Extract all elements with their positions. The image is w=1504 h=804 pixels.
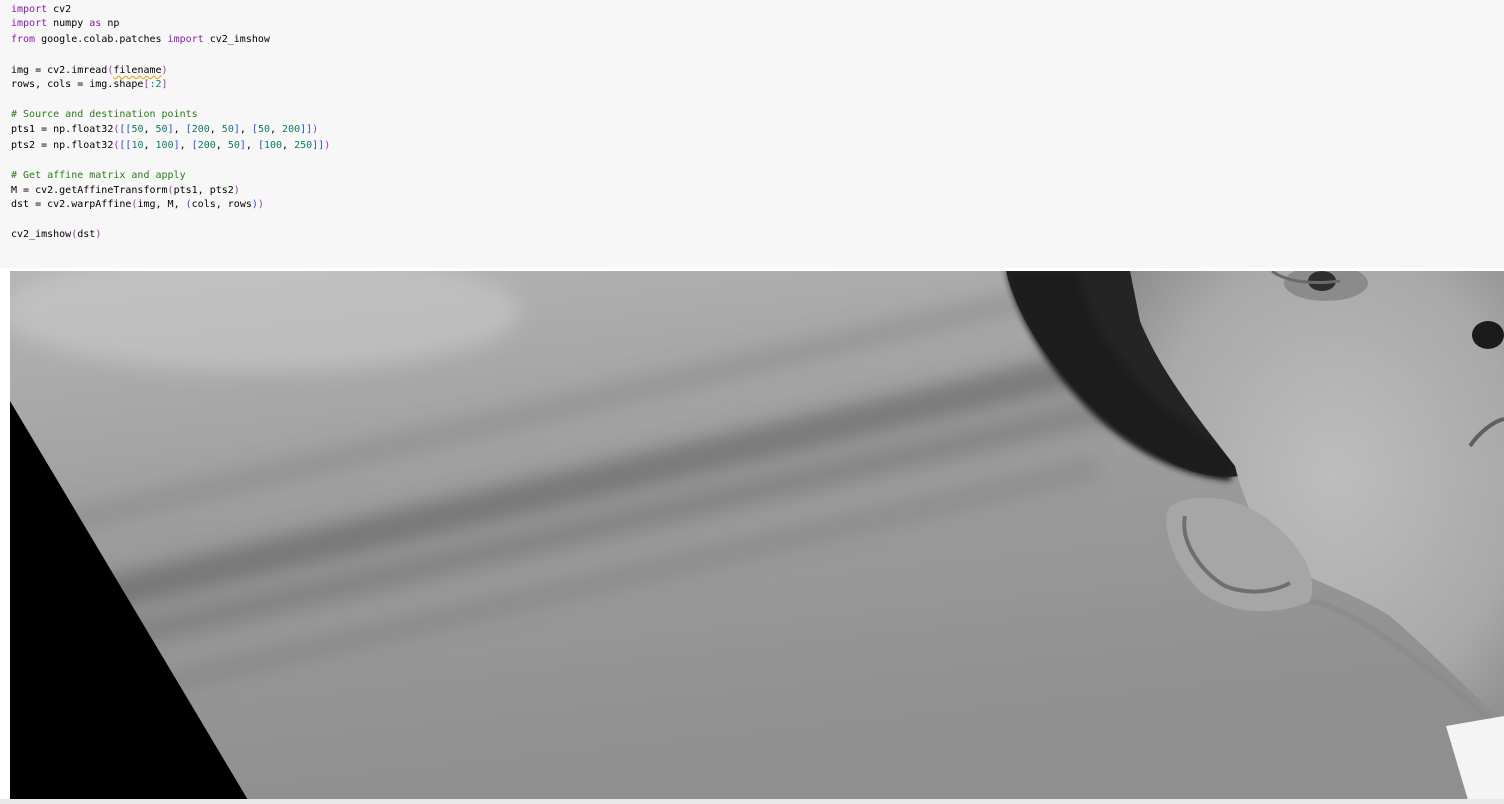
code-token: , — [215, 140, 228, 151]
code-token: 200 — [282, 124, 301, 135]
code-token: pts2 = np.float32 — [11, 140, 114, 151]
code-token: [[ — [119, 140, 132, 151]
bottom-scrollbar[interactable] — [0, 799, 1504, 804]
code-token: ) — [312, 124, 319, 135]
code-token: np — [101, 18, 120, 29]
code-token: pts1, pts2 — [173, 185, 234, 196]
code-token: M = cv2.getAffineTransform — [11, 185, 168, 196]
code-token: 200 — [197, 140, 216, 151]
code-line[interactable]: M = cv2.getAffineTransform(pts1, pts2) — [11, 184, 240, 198]
code-token: ]] — [312, 140, 325, 151]
code-token: [[ — [119, 124, 132, 135]
code-token: ] — [161, 79, 168, 90]
code-token: pts1 = np.float32 — [11, 124, 114, 135]
code-token: ) — [324, 140, 331, 151]
code-token: cv2_imshow — [11, 229, 72, 240]
code-token: , — [270, 124, 283, 135]
code-token: 50 — [227, 140, 240, 151]
code-token: img = cv2.imread — [11, 65, 108, 76]
output-image — [10, 271, 1504, 800]
code-line[interactable]: # Get affine matrix and apply — [11, 169, 186, 183]
code-token: 50 — [257, 124, 270, 135]
code-token: cv2_imshow — [203, 34, 270, 45]
code-token: , — [245, 140, 258, 151]
code-token: from — [11, 34, 36, 45]
code-token: import — [167, 34, 204, 45]
code-token: 200 — [191, 124, 210, 135]
code-line[interactable]: cv2_imshow(dst) — [11, 228, 101, 242]
code-line[interactable]: from google.colab.patches import cv2_ims… — [11, 33, 270, 47]
code-token: rows, cols = img.shape — [11, 79, 144, 90]
code-token: google.colab.patches — [35, 34, 168, 45]
code-token: :2 — [149, 79, 162, 90]
code-line[interactable]: import cv2 — [11, 3, 71, 17]
code-line[interactable]: dst = cv2.warpAffine(img, M, (cols, rows… — [11, 198, 264, 212]
code-token: , — [143, 140, 156, 151]
code-cell[interactable]: import cv2 import numpy as np from google.… — [0, 0, 1504, 268]
code-token: 100 — [263, 140, 283, 151]
code-token: 50 — [131, 124, 144, 135]
code-token: dst — [77, 229, 96, 240]
code-token: 250 — [294, 140, 313, 151]
code-token: ) — [161, 65, 168, 76]
code-token: ]] — [300, 124, 313, 135]
code-line[interactable]: pts1 = np.float32([[50, 50], [200, 50], … — [11, 123, 318, 137]
code-token: ) — [95, 229, 102, 240]
code-token: ) — [257, 199, 264, 210]
code-token: , — [173, 124, 186, 135]
code-token: img, M, — [137, 199, 186, 210]
code-token: , — [143, 124, 156, 135]
code-token: 100 — [155, 140, 174, 151]
code-token: 10 — [131, 140, 144, 151]
code-token: dst = cv2.warpAffine — [11, 199, 132, 210]
code-token: , — [239, 124, 252, 135]
cell-gutter — [0, 0, 6, 268]
code-line[interactable]: rows, cols = img.shape[:2] — [11, 78, 168, 92]
code-token: # Source and destination points — [11, 109, 198, 120]
code-line[interactable]: import numpy as np — [11, 17, 119, 31]
code-token: # Get affine matrix and apply — [11, 170, 186, 181]
code-token: , — [179, 140, 192, 151]
code-token: ) — [233, 185, 240, 196]
code-token: 50 — [221, 124, 234, 135]
code-token: filename — [113, 65, 162, 76]
code-token: cv2 — [47, 4, 72, 15]
code-token: 50 — [155, 124, 168, 135]
code-line[interactable]: img = cv2.imread(filename) — [11, 64, 168, 78]
code-token: as — [89, 18, 102, 29]
code-token: cols, rows — [191, 199, 252, 210]
code-token: , — [209, 124, 222, 135]
warped-photo — [10, 271, 1504, 800]
code-token: import — [11, 18, 48, 29]
code-line[interactable]: pts2 = np.float32([[10, 100], [200, 50],… — [11, 139, 330, 153]
code-line[interactable]: # Source and destination points — [11, 108, 198, 122]
code-token: numpy — [47, 18, 90, 29]
code-token: import — [11, 4, 48, 15]
code-token: , — [282, 140, 295, 151]
cell-output — [6, 268, 1504, 804]
